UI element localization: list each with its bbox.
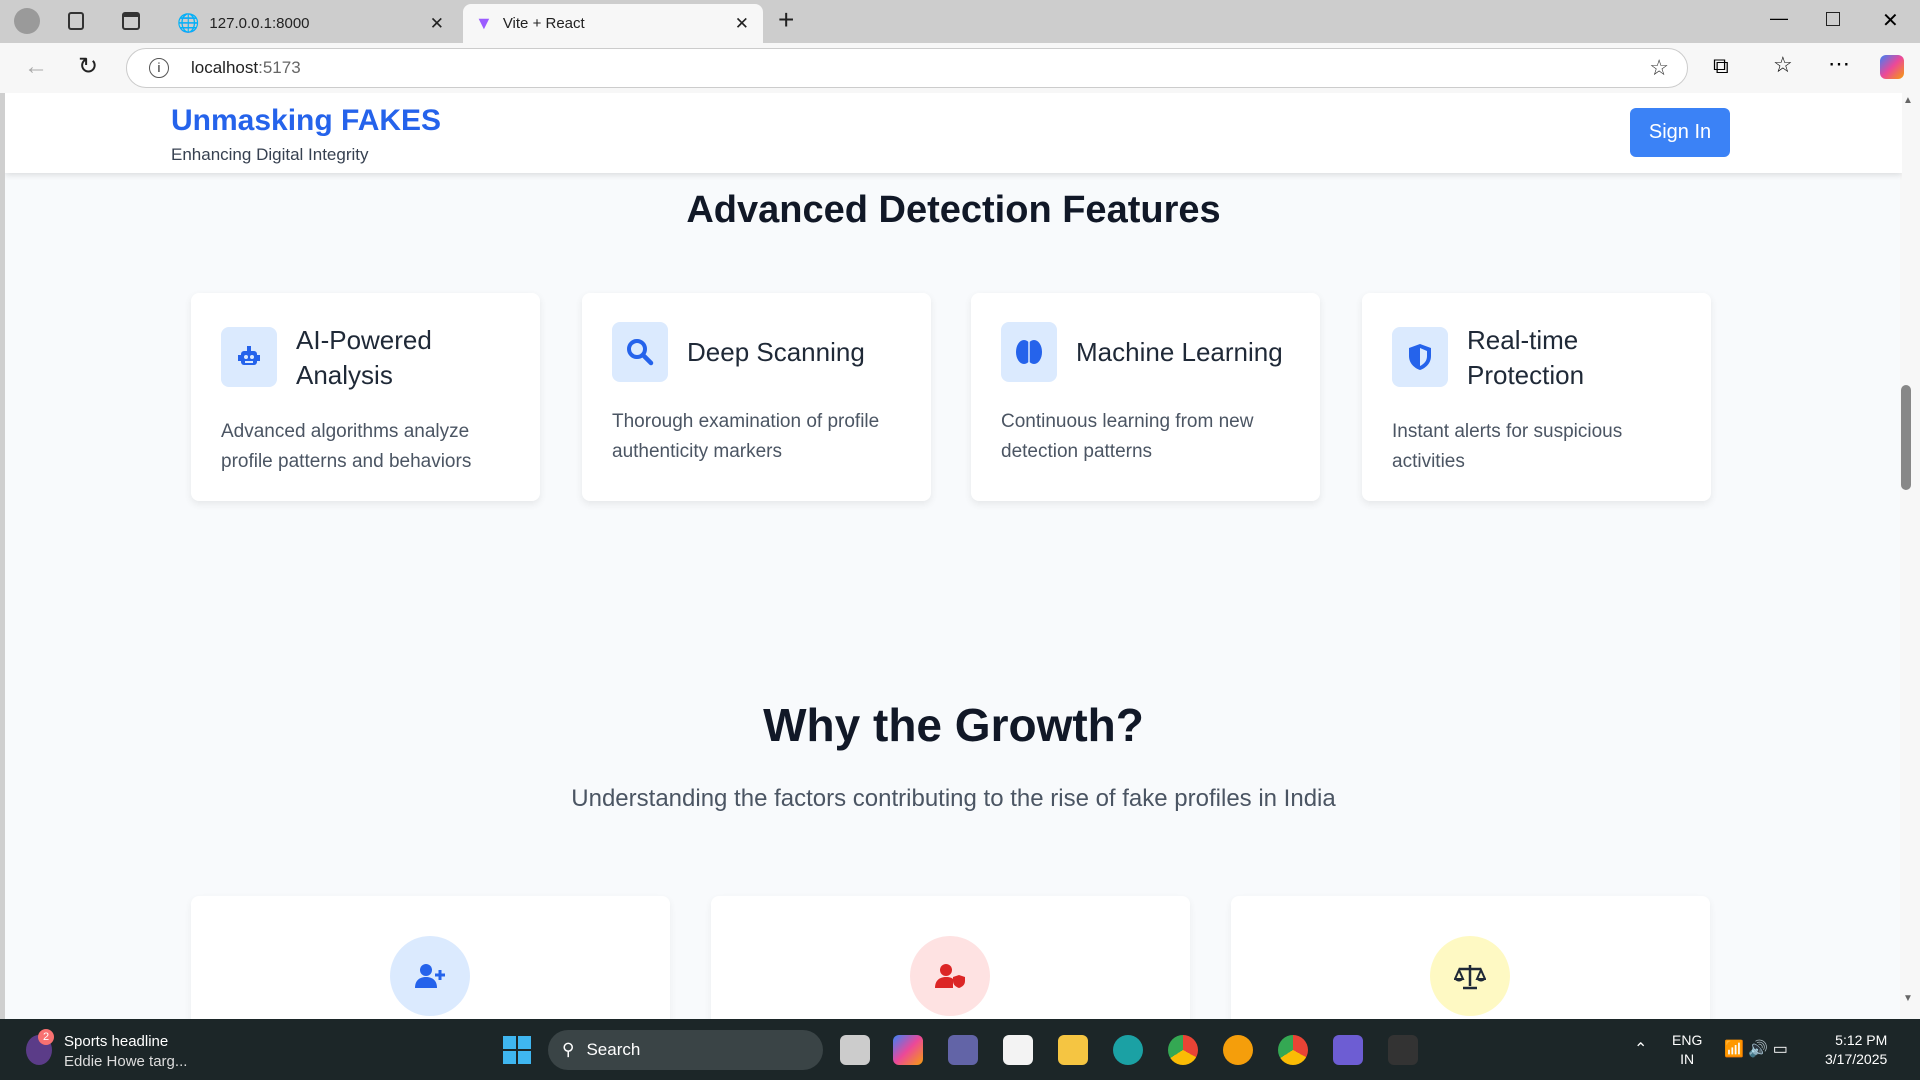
restore-button[interactable] xyxy=(1826,12,1840,26)
feature-card: AI-Powered Analysis Advanced algorithms … xyxy=(191,293,540,501)
scale-balance-icon xyxy=(1430,936,1510,1016)
scrollbar[interactable]: ▲ ▼ xyxy=(1900,93,1920,1019)
file-explorer-icon[interactable] xyxy=(1058,1035,1088,1065)
profile-icon[interactable] xyxy=(14,8,40,34)
search-icon xyxy=(612,322,668,382)
feature-desc: Advanced algorithms analyze profile patt… xyxy=(221,421,472,472)
scroll-down-icon[interactable]: ▼ xyxy=(1903,993,1913,1004)
feature-title: Deep Scanning xyxy=(687,337,865,367)
globe-icon: 🌐 xyxy=(177,13,200,33)
scroll-up-icon[interactable]: ▲ xyxy=(1903,95,1913,106)
app-icon[interactable] xyxy=(1333,1035,1363,1065)
info-icon[interactable]: i xyxy=(149,58,169,78)
feature-desc: Thorough examination of profile authenti… xyxy=(612,411,880,462)
edge-icon[interactable] xyxy=(1113,1035,1143,1065)
taskbar-search[interactable]: ⚲ Search xyxy=(548,1030,823,1070)
feature-desc: Continuous learning from new detection p… xyxy=(1001,411,1254,462)
vite-icon: ▼ xyxy=(475,13,493,33)
extensions-icon[interactable]: ⧉ xyxy=(1713,53,1729,79)
close-tab-icon[interactable]: ✕ xyxy=(735,14,749,34)
scrollbar-thumb[interactable] xyxy=(1901,385,1911,490)
feature-title: AI-Powered Analysis xyxy=(296,325,432,390)
site-header: Unmasking FAKES Enhancing Digital Integr… xyxy=(5,93,1902,173)
news-widget[interactable]: 2 Sports headline Eddie Howe targ... xyxy=(26,1029,206,1073)
terminal-icon[interactable] xyxy=(1388,1035,1418,1065)
brand-title[interactable]: Unmasking FAKES xyxy=(171,104,441,138)
new-tab-button[interactable]: + xyxy=(778,4,794,36)
store-icon[interactable] xyxy=(1003,1035,1033,1065)
browser-tab-bar: 🌐 127.0.0.1:8000 ✕ ▼ Vite + React ✕ + — … xyxy=(0,0,1920,43)
close-window-button[interactable]: ✕ xyxy=(1882,8,1899,33)
copilot-icon[interactable] xyxy=(1880,55,1904,79)
clock[interactable]: 5:12 PM 3/17/2025 xyxy=(1825,1031,1887,1069)
feature-card: Machine Learning Continuous learning fro… xyxy=(971,293,1320,501)
close-tab-icon[interactable]: ✕ xyxy=(430,14,444,34)
more-icon[interactable]: ⋯ xyxy=(1828,51,1850,77)
feature-card: Real-time Protection Instant alerts for … xyxy=(1362,293,1711,501)
refresh-icon[interactable]: ↻ xyxy=(78,52,98,81)
growth-card xyxy=(1231,896,1710,1019)
sign-in-button[interactable]: Sign In xyxy=(1630,108,1730,157)
feature-title: Real-time Protection xyxy=(1467,325,1585,390)
brand-tagline: Enhancing Digital Integrity xyxy=(171,145,369,164)
favorites-icon[interactable]: ☆ xyxy=(1773,52,1793,78)
search-label: Search xyxy=(586,1040,641,1059)
features-title: Advanced Detection Features xyxy=(686,189,1221,231)
news-title: Sports headline xyxy=(64,1033,169,1050)
user-shield-icon xyxy=(910,936,990,1016)
url-text: localhost:5173 xyxy=(191,58,301,77)
windows-start-icon[interactable] xyxy=(503,1036,531,1064)
task-view-icon[interactable] xyxy=(840,1035,870,1065)
taskbar: 2 Sports headline Eddie Howe targ... ⚲ Se… xyxy=(0,1019,1920,1080)
minimize-button[interactable]: — xyxy=(1770,8,1788,29)
news-badge: 2 xyxy=(38,1029,54,1045)
chrome-profile-icon[interactable] xyxy=(1278,1035,1308,1065)
robot-icon xyxy=(221,327,277,387)
growth-subtitle: Understanding the factors contributing t… xyxy=(571,785,1336,812)
tab-label: Vite + React xyxy=(502,15,585,32)
feature-title: Machine Learning xyxy=(1076,337,1283,367)
user-plus-icon xyxy=(390,936,470,1016)
address-bar[interactable]: i localhost:5173 ☆ xyxy=(126,48,1688,88)
star-icon[interactable]: ☆ xyxy=(1649,55,1669,81)
chevron-up-icon[interactable]: ⌃ xyxy=(1634,1039,1647,1059)
language-indicator[interactable]: ENG IN xyxy=(1672,1031,1702,1069)
feature-card: Deep Scanning Thorough examination of pr… xyxy=(582,293,931,501)
tab-label: 127.0.0.1:8000 xyxy=(209,15,310,32)
tab-vite-react[interactable]: ▼ Vite + React ✕ xyxy=(463,4,763,43)
news-text: Eddie Howe targ... xyxy=(64,1053,188,1070)
search-icon: ⚲ xyxy=(562,1040,575,1059)
shield-icon xyxy=(1392,327,1448,387)
growth-card xyxy=(711,896,1190,1019)
brain-icon xyxy=(1001,322,1057,382)
chrome-icon[interactable] xyxy=(1168,1035,1198,1065)
feature-desc: Instant alerts for suspicious activities xyxy=(1392,421,1623,472)
teams-icon[interactable] xyxy=(948,1035,978,1065)
growth-title: Why the Growth? xyxy=(763,699,1144,751)
page: Unmasking FAKES Enhancing Digital Integr… xyxy=(5,93,1902,1019)
growth-card xyxy=(191,896,670,1019)
wifi-volume-battery-icons[interactable]: 📶 🔊 ▭ xyxy=(1724,1039,1788,1059)
tab-127-0-0-1[interactable]: 🌐 127.0.0.1:8000 ✕ xyxy=(165,4,458,43)
back-icon[interactable]: ← xyxy=(24,53,48,81)
collections-icon[interactable] xyxy=(68,12,84,30)
vertical-tabs-icon[interactable] xyxy=(122,12,140,30)
medal-app-icon[interactable] xyxy=(1223,1035,1253,1065)
copilot-app-icon[interactable] xyxy=(893,1035,923,1065)
